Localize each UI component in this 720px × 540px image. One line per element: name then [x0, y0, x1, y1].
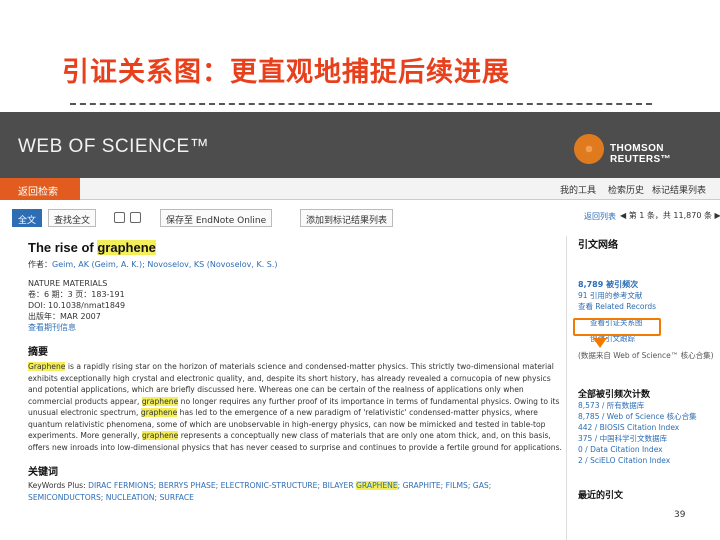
citation-network-panel: 引文网络 8,789 被引频次 91 引用的参考文献 查看 Related Re…	[578, 236, 720, 501]
sidebar-divider	[566, 236, 567, 540]
article-title: The rise of graphene	[28, 240, 156, 255]
citation-map-highlight	[573, 318, 661, 336]
citation-network-heading: 引文网络	[578, 240, 618, 251]
db-count-item[interactable]: 442 / BIOSIS Citation Index	[578, 422, 720, 433]
cited-references-link[interactable]: 91 引用的参考文献	[578, 290, 720, 301]
record-main: The rise of graphene 作者：Geim, AK (Geim, …	[28, 240, 563, 503]
data-source-note: (数据来自 Web of Science™ 核心合集)	[578, 351, 714, 360]
recent-citations-heading: 最近的引文	[578, 491, 624, 501]
thomson-reuters-logo: THOMSON REUTERS™	[610, 143, 671, 165]
screenshot: WEB OF SCIENCE™ THOMSON REUTERS™ 返回检索 我的…	[0, 112, 720, 540]
record-pager[interactable]: ◀ 第 1 条，共 11,870 条 ▶	[620, 210, 720, 221]
slide-page-number: 39	[674, 510, 686, 520]
db-count-item[interactable]: 0 / Data Citation Index	[578, 444, 720, 455]
title-divider	[70, 103, 652, 105]
all-db-count-heading: 全部被引频次计数	[578, 390, 651, 400]
slide-title: 引证关系图：更直观地捕捉后续进展	[62, 57, 510, 88]
save-endnote-button[interactable]: 保存至 EndNote Online	[160, 209, 273, 227]
thomson-reuters-icon	[574, 134, 604, 164]
print-icon[interactable]	[114, 212, 125, 223]
abstract-text: Graphene is a rapidly rising star on the…	[28, 362, 562, 452]
marked-list-link[interactable]: 标记结果列表	[652, 183, 706, 196]
view-journal-link[interactable]: 查看期刊信息	[28, 322, 563, 333]
times-cited-link[interactable]: 8,789 被引频次	[578, 279, 720, 290]
add-marked-list-button[interactable]: 添加到标记结果列表	[300, 209, 394, 227]
back-to-search-button[interactable]: 返回检索	[0, 178, 80, 200]
related-records-link[interactable]: 查看 Related Records	[578, 301, 720, 312]
publish-date: 出版年：MAR 2007	[28, 312, 101, 321]
keywords-heading: 关键词	[28, 467, 58, 478]
authors: 作者：Geim, AK (Geim, A. K.); Novoselov, KS…	[28, 260, 278, 269]
pointer-arrow-icon	[593, 338, 607, 348]
volume-issue: 卷：6 期：3 页：183-191	[28, 290, 125, 299]
doi: DOI: 10.1038/nmat1849	[28, 301, 126, 310]
db-count-item[interactable]: 8,785 / Web of Science 核心合集	[578, 411, 720, 422]
find-full-text-button[interactable]: 查找全文	[48, 209, 97, 227]
search-history-link[interactable]: 检索历史	[608, 183, 644, 196]
keywords-plus: KeyWords Plus: DIRAC FERMIONS; BERRYS PH…	[28, 481, 492, 502]
wos-header: WEB OF SCIENCE™ THOMSON REUTERS™	[0, 112, 720, 178]
wos-logo: WEB OF SCIENCE™	[18, 136, 210, 157]
db-count-item[interactable]: 8,573 / 所有数据库	[578, 400, 720, 411]
return-list-link[interactable]: 返回列表	[584, 211, 616, 222]
abstract-heading: 摘要	[28, 347, 48, 358]
journal-name: NATURE MATERIALS	[28, 279, 108, 288]
email-icon[interactable]	[130, 212, 141, 223]
nav-bar: 返回检索 我的工具 检索历史 标记结果列表	[0, 178, 720, 200]
full-text-button[interactable]: 全文	[12, 209, 43, 227]
db-count-item[interactable]: 2 / SciELO Citation Index	[578, 455, 720, 466]
db-count-item[interactable]: 375 / 中国科学引文数据库	[578, 433, 720, 444]
my-tools-menu[interactable]: 我的工具	[560, 183, 596, 196]
